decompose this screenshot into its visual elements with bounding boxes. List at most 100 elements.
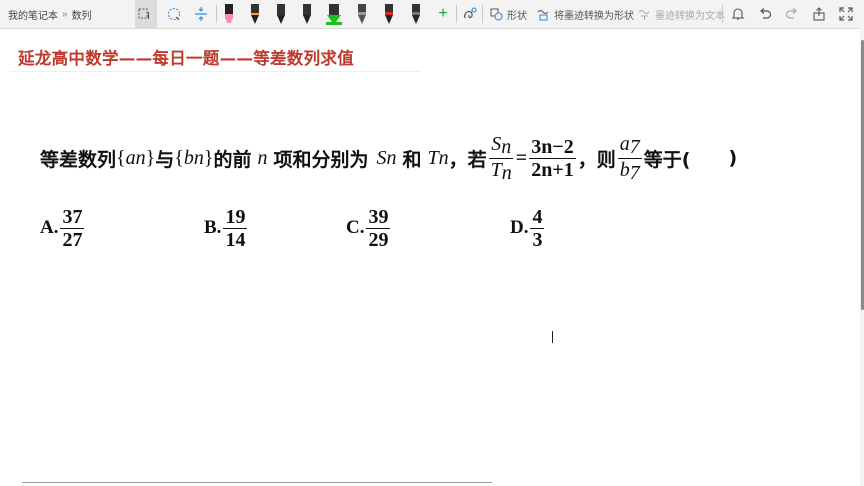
- add-space-icon: [168, 8, 180, 21]
- lasso-select-icon: I: [138, 8, 150, 21]
- shapes-label: 形状: [507, 10, 527, 22]
- expression-denominator: 2n+1: [531, 158, 574, 181]
- question-text: 等差数列 { an } 与 { bn } 的前 n 项和分别为 Sn 和 Tn …: [40, 132, 737, 184]
- question-segment: 项和分别为: [273, 148, 369, 171]
- brace-close: }: [203, 146, 214, 169]
- add-pen-button[interactable]: +: [432, 0, 454, 28]
- insert-space-icon: [195, 7, 207, 21]
- text-cursor: [552, 331, 553, 343]
- brace-open: {: [116, 146, 126, 169]
- question-segment: 与: [155, 148, 175, 171]
- highlighter-pink[interactable]: [219, 0, 239, 28]
- shapes-button[interactable]: 形状: [490, 0, 527, 28]
- undo-icon: [760, 8, 772, 19]
- expand-icon: [839, 7, 853, 21]
- option-d[interactable]: D. 4 3: [510, 204, 546, 252]
- fullscreen-button[interactable]: [835, 0, 857, 28]
- pen-black-icon: [303, 4, 311, 24]
- ink-replay-icon: [464, 7, 477, 19]
- option-c[interactable]: C. 39 29: [346, 204, 392, 252]
- answer-blank: [690, 145, 728, 172]
- option-a[interactable]: A. 37 27: [40, 204, 86, 252]
- shapes-icon: [490, 8, 503, 20]
- option-label: B.: [204, 217, 222, 238]
- option-fraction: 4 3: [530, 206, 545, 251]
- breadcrumb-notebook[interactable]: 我的笔记本: [8, 7, 58, 22]
- share-button[interactable]: [808, 0, 830, 28]
- option-denominator: 27: [62, 228, 83, 251]
- var-T: T: [490, 158, 502, 181]
- ink-to-shape-icon: [537, 9, 549, 20]
- breadcrumb: 我的笔记本 » 数列: [8, 0, 92, 28]
- pen-black-1[interactable]: [245, 0, 265, 28]
- question-segment: 和: [402, 148, 422, 171]
- page-bottom-rule: [22, 482, 492, 483]
- subscript: n: [135, 146, 146, 169]
- question-segment: ): [728, 147, 738, 169]
- toolbar-divider: [482, 5, 483, 23]
- question-segment: ，若: [448, 148, 487, 171]
- var-S: S: [376, 146, 387, 169]
- insert-space-button[interactable]: [190, 0, 212, 28]
- pen-gray[interactable]: [352, 0, 372, 28]
- undo-button[interactable]: [754, 0, 776, 28]
- redo-icon: [785, 8, 797, 19]
- redo-button[interactable]: [781, 0, 803, 28]
- var-b: b: [183, 146, 194, 169]
- pen-black-icon: [251, 4, 259, 24]
- subscript: 7: [629, 135, 640, 158]
- question-segment: ，则: [577, 148, 616, 171]
- target-fraction: a7 b7: [617, 132, 642, 184]
- page-title: 延龙高中数学——每日一题——等差数列求值: [18, 49, 354, 68]
- pen-black-3[interactable]: [297, 0, 317, 28]
- option-fraction: 37 27: [60, 205, 85, 251]
- ratio-fraction: Sn Tn: [489, 133, 514, 184]
- var-a: a: [619, 132, 630, 155]
- notifications-button[interactable]: [727, 0, 749, 28]
- option-denominator: 29: [368, 228, 389, 251]
- ink-to-shape-button[interactable]: 将墨迹转换为形状: [537, 0, 634, 28]
- option-numerator: 19: [223, 205, 248, 229]
- option-fraction: 19 14: [223, 205, 248, 251]
- expression-fraction: 3n−2 2n+1: [529, 136, 576, 181]
- brace-open: {: [174, 146, 184, 169]
- question-segment: 的前: [213, 148, 252, 171]
- option-fraction: 39 29: [366, 205, 391, 251]
- subscript: n: [193, 146, 204, 169]
- bell-icon: [731, 8, 745, 20]
- highlighter-green-icon: [326, 4, 342, 25]
- subscript: 7: [629, 161, 640, 184]
- highlighter-green[interactable]: [324, 0, 344, 28]
- equals-sign: =: [515, 146, 528, 169]
- pen-gray-icon: [358, 4, 366, 24]
- ink-to-text-button[interactable]: 墨迹转换为文本: [638, 0, 725, 28]
- option-numerator: 37: [60, 205, 85, 229]
- option-denominator: 3: [532, 228, 543, 251]
- add-space-button[interactable]: [163, 0, 185, 28]
- pen-dark-icon: [412, 4, 420, 24]
- subscript: n: [386, 146, 397, 169]
- option-label: D.: [510, 217, 529, 238]
- brace-close: }: [145, 146, 156, 169]
- ink-to-shape-label: 将墨迹转换为形状: [554, 10, 634, 22]
- ink-replay-button[interactable]: [459, 0, 481, 28]
- share-icon: [813, 7, 825, 21]
- expression-numerator: 3n−2: [529, 135, 576, 159]
- pen-black-icon: [277, 4, 285, 24]
- subscript: n: [501, 161, 512, 184]
- breadcrumb-section[interactable]: 数列: [72, 7, 92, 22]
- var-S: S: [491, 132, 502, 155]
- toolbar-divider: [216, 5, 217, 23]
- option-label: A.: [40, 217, 59, 238]
- option-b[interactable]: B. 19 14: [204, 204, 249, 252]
- lasso-select-button[interactable]: I: [135, 0, 157, 28]
- var-n: n: [257, 146, 268, 169]
- pen-dark[interactable]: [406, 0, 426, 28]
- pen-black-2[interactable]: [271, 0, 291, 28]
- option-numerator: 39: [366, 205, 391, 229]
- option-denominator: 14: [225, 228, 246, 251]
- subscript: n: [501, 135, 512, 158]
- breadcrumb-separator: »: [62, 8, 68, 20]
- ink-to-text-label: 墨迹转换为文本: [655, 10, 725, 22]
- pen-red[interactable]: [379, 0, 399, 28]
